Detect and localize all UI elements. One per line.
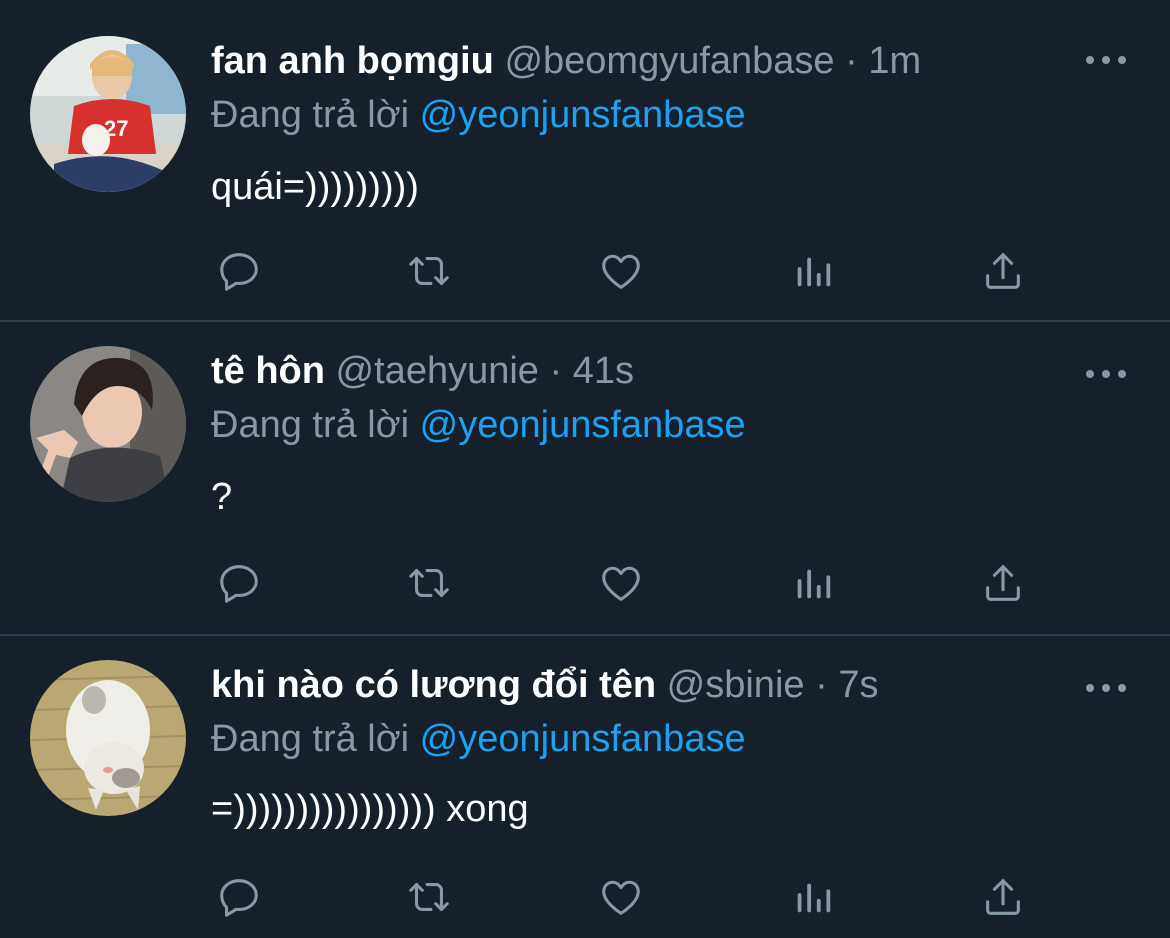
reply-icon (220, 253, 258, 291)
retweet-button[interactable] (403, 872, 455, 922)
tweet[interactable]: 27 fan anh bọmgiu @beomgyufanbase · 1m Đ… (0, 0, 1170, 320)
display-name[interactable]: khi nào có lương đổi tên (211, 664, 656, 706)
tweet-actions (211, 558, 1041, 608)
user-handle[interactable]: @beomgyufanbase (504, 40, 834, 82)
like-button[interactable] (595, 246, 647, 296)
reply-button[interactable] (213, 246, 265, 296)
replying-to-label: Đang trả lời (211, 404, 410, 446)
more-options-icon[interactable] (1086, 670, 1126, 706)
retweet-icon (409, 569, 449, 597)
replying-to-label: Đang trả lời (211, 718, 410, 760)
share-icon (986, 565, 1020, 601)
separator: · (845, 40, 858, 82)
separator: · (549, 350, 563, 392)
tweet-text: =)))))))))))))))) xong (211, 788, 529, 830)
retweet-button[interactable] (403, 558, 455, 608)
timestamp[interactable]: 7s (838, 664, 878, 706)
more-options-icon[interactable] (1086, 356, 1126, 392)
display-name[interactable]: fan anh bọmgiu (211, 40, 494, 82)
tweet-text: quái=))))))))) (211, 166, 419, 208)
like-icon (602, 566, 640, 601)
like-button[interactable] (595, 558, 647, 608)
reply-icon (220, 879, 258, 917)
avatar[interactable]: 27 (30, 36, 186, 192)
user-handle[interactable]: @sbinie (667, 664, 805, 706)
replying-to: Đang trả lời @yeonjunsfanbase (211, 92, 746, 138)
share-button[interactable] (977, 246, 1029, 296)
avatar[interactable] (30, 346, 186, 502)
reply-button[interactable] (213, 872, 265, 922)
share-icon (986, 253, 1020, 289)
stats-button[interactable] (787, 246, 839, 296)
replying-to: Đang trả lời @yeonjunsfanbase (211, 716, 746, 762)
share-button[interactable] (977, 872, 1029, 922)
tweet-header: fan anh bọmgiu @beomgyufanbase · 1m (211, 38, 1020, 84)
user-handle[interactable]: @taehyunie (336, 350, 539, 392)
tweet-actions (211, 872, 1041, 922)
tweet[interactable]: tê hôn @taehyunie · 41s Đang trả lời @ye… (0, 322, 1170, 634)
like-icon (602, 880, 640, 915)
mention-link[interactable]: @yeonjunsfanbase (420, 718, 746, 760)
display-name[interactable]: tê hôn (211, 350, 325, 392)
timestamp[interactable]: 1m (868, 40, 921, 82)
mention-link[interactable]: @yeonjunsfanbase (420, 94, 746, 136)
timestamp[interactable]: 41s (573, 350, 634, 392)
like-icon (602, 254, 640, 289)
retweet-icon (409, 883, 449, 911)
person-red-shirt-avatar: 27 (30, 36, 186, 192)
separator: · (815, 664, 828, 706)
cat-avatar (30, 660, 186, 816)
tweet-text: ? (211, 476, 233, 518)
person-dark-hair-avatar (30, 346, 186, 502)
retweet-button[interactable] (403, 246, 455, 296)
more-options-icon[interactable] (1086, 42, 1126, 78)
stats-icon (797, 257, 831, 287)
tweet-header: khi nào có lương đổi tên @sbinie · 7s (211, 662, 1020, 708)
mention-link[interactable]: @yeonjunsfanbase (420, 404, 746, 446)
stats-button[interactable] (787, 872, 839, 922)
tweet-header: tê hôn @taehyunie · 41s (211, 348, 1020, 394)
reply-icon (220, 565, 258, 603)
avatar[interactable] (30, 660, 186, 816)
stats-icon (797, 883, 831, 913)
like-button[interactable] (595, 872, 647, 922)
stats-button[interactable] (787, 558, 839, 608)
share-button[interactable] (977, 558, 1029, 608)
stats-icon (797, 569, 831, 599)
retweet-icon (409, 257, 449, 285)
share-icon (986, 879, 1020, 915)
replying-to: Đang trả lời @yeonjunsfanbase (211, 402, 746, 448)
reply-button[interactable] (213, 558, 265, 608)
tweet-actions (211, 246, 1041, 296)
tweet[interactable]: khi nào có lương đổi tên @sbinie · 7s Đa… (0, 636, 1170, 938)
replying-to-label: Đang trả lời (211, 94, 410, 136)
